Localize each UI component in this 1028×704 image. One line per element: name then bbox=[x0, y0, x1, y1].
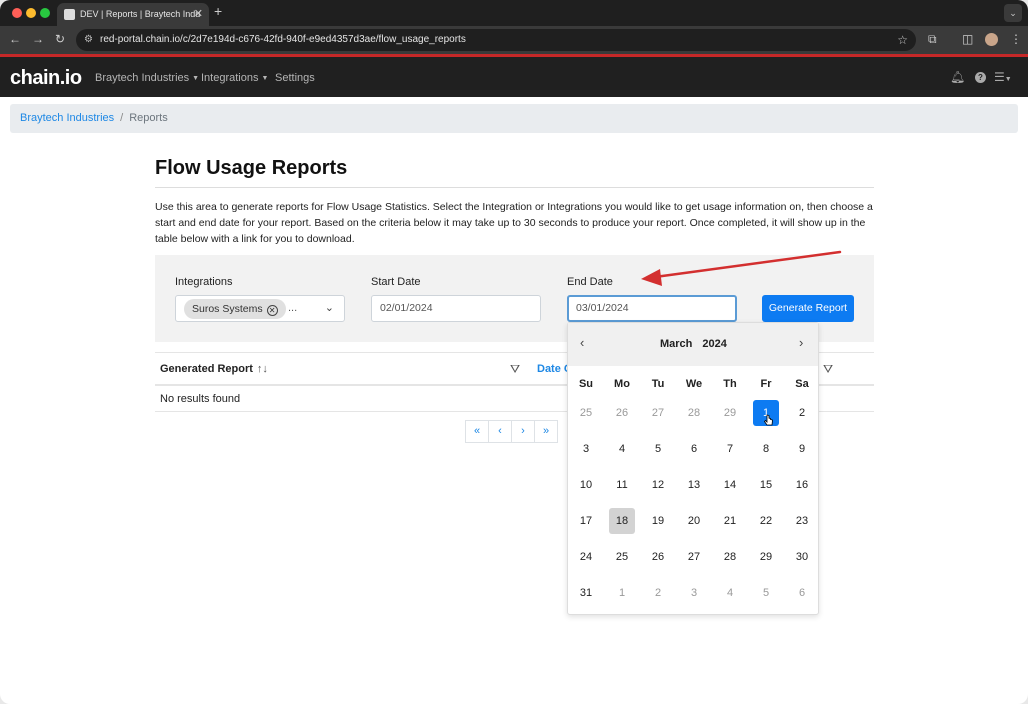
annotation-arrow-head bbox=[641, 269, 662, 286]
annotation-arrow bbox=[641, 250, 842, 286]
browser-window: DEV | Reports | Braytech Indu ✕ + ⌄ ← → … bbox=[0, 0, 1028, 704]
annotation-arrow-line bbox=[653, 250, 842, 279]
